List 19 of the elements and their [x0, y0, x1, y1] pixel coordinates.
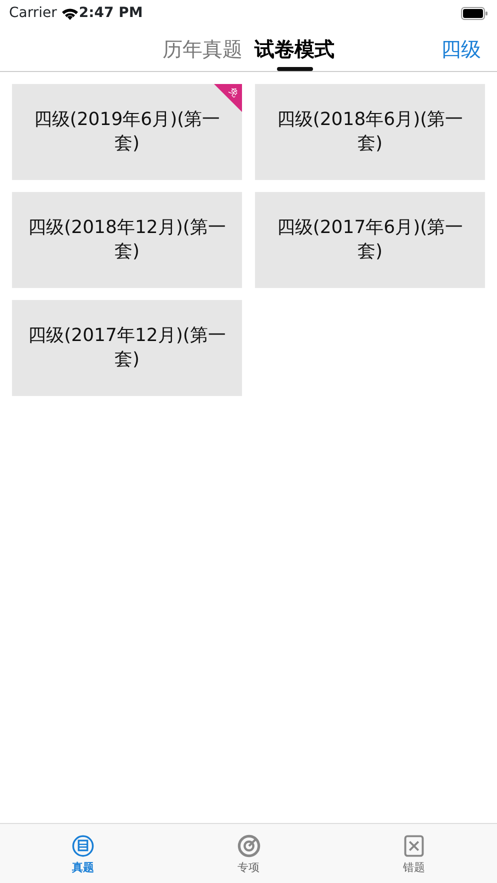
tab-bar-item[interactable]: 错题 — [331, 824, 497, 883]
carrier-label: Carrier — [9, 4, 57, 22]
battery-icon — [461, 6, 488, 20]
level-button[interactable]: 四级 — [441, 34, 481, 64]
circle-badge-icon — [70, 834, 95, 858]
paper-card[interactable]: 四级(2018年6月)(第一套) — [255, 84, 485, 180]
paper-card[interactable]: 四级(2017年6月)(第一套) — [255, 192, 485, 288]
paper-card[interactable]: 四级(2019年6月)(第一套) 免 — [12, 84, 242, 180]
document-icon — [402, 834, 426, 858]
time-label: 2:47 PM — [78, 4, 143, 22]
tab-bar-item[interactable]: 真题 — [0, 824, 166, 883]
segment-tab[interactable]: 试卷模式 — [254, 26, 334, 71]
paper-card[interactable]: 四级(2017年12月)(第一套) — [12, 300, 242, 396]
paper-card[interactable]: 四级(2018年12月)(第一套) — [12, 192, 242, 288]
free-ribbon: 免 — [214, 84, 242, 112]
target-icon — [236, 834, 260, 858]
wifi-icon — [60, 6, 79, 20]
segment-tab[interactable]: 历年真题 — [162, 26, 242, 71]
tab-bar-item[interactable]: 专项 — [166, 824, 332, 883]
